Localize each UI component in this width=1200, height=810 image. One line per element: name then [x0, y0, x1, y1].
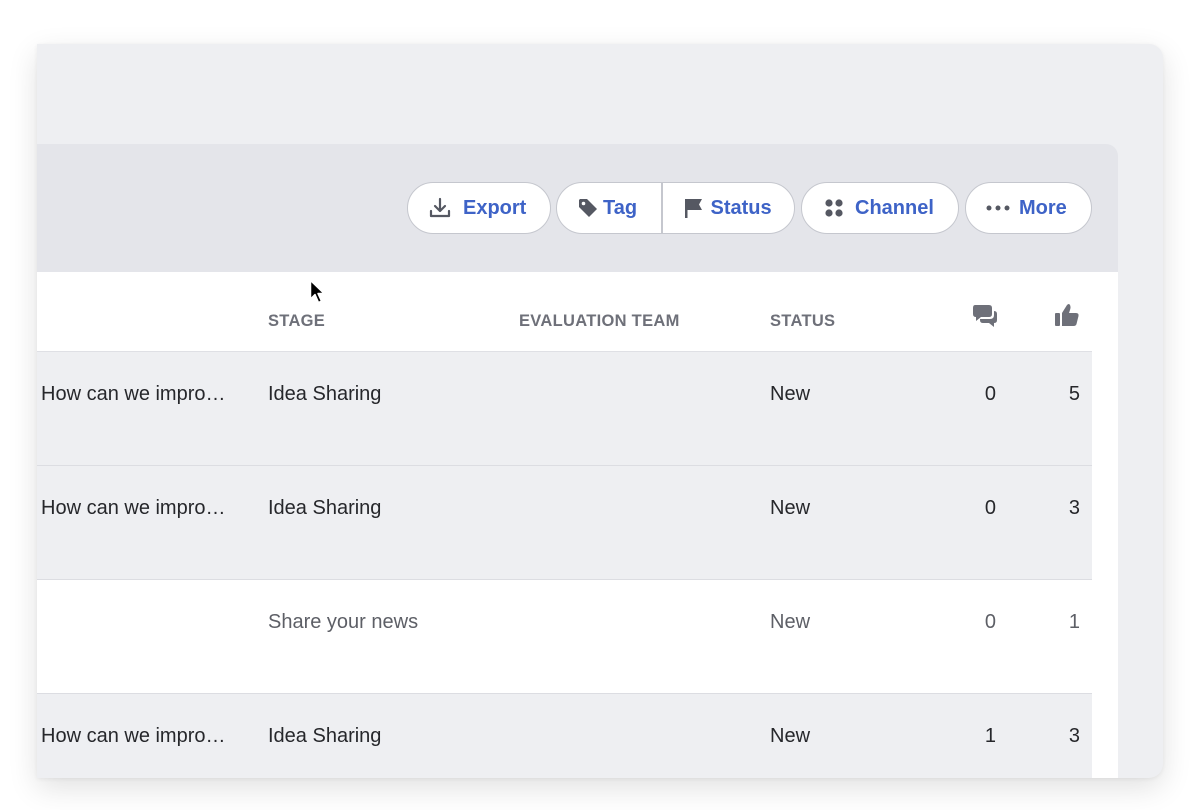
row-likes-count: 1 [1068, 611, 1080, 633]
column-header-evaluation-team[interactable]: EVALUATION TEAM [519, 312, 680, 331]
flag-icon [684, 197, 704, 219]
row-comments-count: 0 [984, 611, 996, 633]
tag-status-group: Tag Status [556, 182, 795, 234]
row-title[interactable]: How can we impro… [41, 383, 226, 406]
ellipsis-icon [986, 203, 1010, 213]
row-status: New [770, 611, 811, 633]
ideas-table: STAGE EVALUATION TEAM STATUS How can we … [37, 272, 1118, 778]
mouse-pointer-icon [309, 279, 327, 310]
table-row[interactable]: How can we impro… Idea Sharing New 1 3 [37, 694, 1092, 778]
tag-button[interactable]: Tag [557, 183, 661, 233]
row-status: New [770, 497, 811, 519]
table-row[interactable]: Share your news New 0 1 [37, 580, 1092, 694]
table-header: STAGE EVALUATION TEAM STATUS [37, 272, 1092, 352]
dots-grid-icon [823, 197, 845, 219]
more-button[interactable]: More [965, 182, 1092, 234]
channel-label: Channel [855, 196, 934, 219]
row-stage: Idea Sharing [268, 383, 382, 405]
row-comments-count: 0 [984, 383, 996, 405]
status-label: Status [710, 196, 772, 219]
row-stage: Idea Sharing [268, 725, 382, 747]
column-header-stage[interactable]: STAGE [268, 312, 325, 331]
row-title[interactable]: How can we impro… [41, 725, 226, 748]
download-icon [429, 197, 451, 219]
row-stage: Share your news [268, 611, 419, 633]
row-status: New [770, 383, 811, 405]
status-button[interactable]: Status [663, 183, 772, 233]
row-stage: Idea Sharing [268, 497, 382, 519]
row-comments-count: 0 [984, 497, 996, 519]
column-header-status[interactable]: STATUS [770, 312, 835, 331]
export-button[interactable]: Export [407, 182, 551, 234]
channel-button[interactable]: Channel [801, 182, 959, 234]
thumbs-up-icon[interactable] [1054, 302, 1080, 333]
more-label: More [1019, 196, 1067, 219]
export-label: Export [463, 196, 527, 219]
table-row[interactable]: How can we impro… Idea Sharing New 0 5 [37, 352, 1092, 466]
row-title[interactable]: How can we impro… [41, 497, 226, 520]
tag-icon [577, 197, 599, 219]
row-comments-count: 1 [984, 725, 996, 747]
tag-label: Tag [603, 196, 638, 219]
comments-icon[interactable] [972, 302, 998, 333]
table-row[interactable]: How can we impro… Idea Sharing New 0 3 [37, 466, 1092, 580]
row-likes-count: 3 [1068, 497, 1080, 519]
row-likes-count: 3 [1068, 725, 1080, 747]
row-status: New [770, 725, 811, 747]
row-likes-count: 5 [1068, 383, 1080, 405]
app-window: Export Tag Status Channel More STAGE EVA… [37, 44, 1163, 778]
list-panel: Export Tag Status Channel More STAGE EVA… [37, 144, 1118, 778]
